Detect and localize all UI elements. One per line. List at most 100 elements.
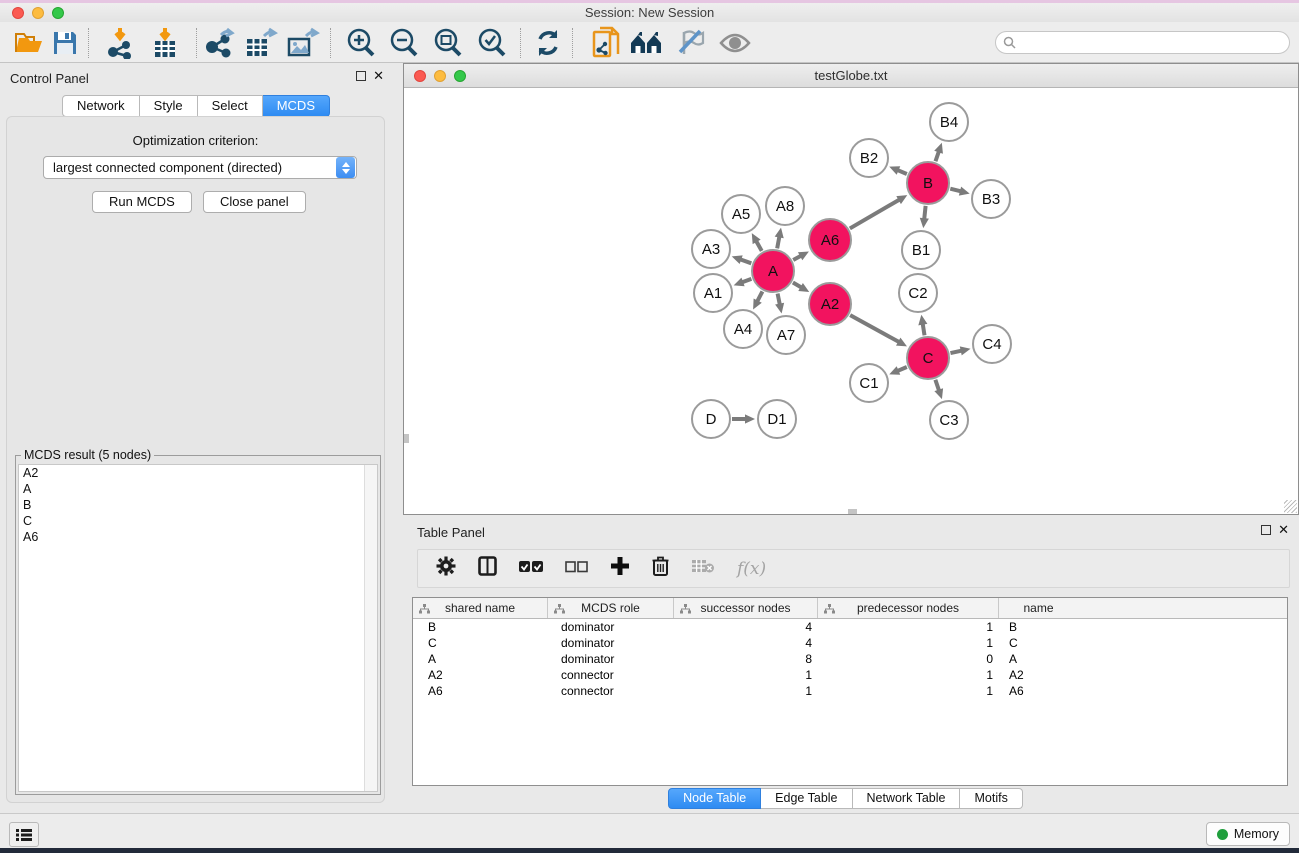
toolbar-separator	[330, 28, 331, 58]
graph-node-C2[interactable]: C2	[899, 274, 937, 312]
delete-table-icon[interactable]	[691, 558, 715, 579]
app-title: Session: New Session	[0, 5, 1299, 20]
import-network-icon[interactable]	[102, 25, 138, 61]
mcds-result-item[interactable]: A6	[19, 529, 377, 545]
graph-node-label: C1	[859, 375, 878, 392]
export-network-icon[interactable]	[201, 25, 237, 61]
run-mcds-button[interactable]: Run MCDS	[92, 191, 192, 213]
mcds-result-item[interactable]: A	[19, 481, 377, 497]
zoom-in-icon[interactable]	[343, 25, 379, 61]
export-image-icon[interactable]	[285, 25, 321, 61]
tab-mcds[interactable]: MCDS	[263, 95, 330, 117]
float-table-panel-icon[interactable]	[1261, 525, 1271, 535]
export-table-icon[interactable]	[243, 25, 279, 61]
graph-node-A[interactable]: A	[752, 250, 794, 292]
network-canvas[interactable]: A A1 A2 A3 A4 A5 A6 A7 A8 B B1 B2 B3 B4 C C1 C2 C3C4 D D1	[404, 89, 1298, 514]
node-table[interactable]: shared nameMCDS rolesuccessor nodesprede…	[412, 597, 1288, 786]
float-panel-icon[interactable]	[356, 71, 366, 81]
table-tab-node-table[interactable]: Node Table	[668, 788, 761, 809]
graph-node-C1[interactable]: C1	[850, 364, 888, 402]
graph-node-C[interactable]: C	[907, 337, 949, 379]
table-row[interactable]: Cdominator41C	[413, 635, 1287, 651]
zoom-out-icon[interactable]	[386, 25, 422, 61]
close-panel-icon[interactable]: ✕	[373, 71, 384, 81]
tab-select[interactable]: Select	[198, 95, 263, 117]
graph-node-B[interactable]: B	[907, 162, 949, 204]
mcds-result-item[interactable]: C	[19, 513, 377, 529]
table-row[interactable]: Bdominator41B	[413, 619, 1287, 635]
mcds-result-item[interactable]: B	[19, 497, 377, 513]
table-cell: dominator	[548, 636, 674, 650]
control-panel-title: Control Panel	[10, 71, 89, 86]
graph-node-A2[interactable]: A2	[809, 283, 851, 325]
table-row[interactable]: A2connector11A2	[413, 667, 1287, 683]
show-all-icon[interactable]	[717, 25, 753, 61]
graph-edge-arrowhead	[775, 303, 784, 314]
graph-node-C3[interactable]: C3	[930, 401, 968, 439]
graph-node-B4[interactable]: B4	[930, 103, 968, 141]
graph-node-A7[interactable]: A7	[767, 316, 805, 354]
graph-edge-A6-B[interactable]	[850, 199, 900, 228]
table-cell: connector	[548, 684, 674, 698]
graph-edge-B-B1[interactable]	[924, 206, 925, 220]
close-table-panel-icon[interactable]: ✕	[1278, 525, 1289, 535]
zoom-selected-icon[interactable]	[474, 25, 510, 61]
table-row[interactable]: A6connector11A6	[413, 683, 1287, 699]
delete-column-icon[interactable]	[652, 556, 669, 581]
memory-button[interactable]: Memory	[1206, 822, 1290, 846]
table-body: Bdominator41BCdominator41CAdominator80AA…	[413, 619, 1287, 699]
column-header-shared-name[interactable]: shared name	[413, 598, 548, 618]
function-builder-icon[interactable]: f(x)	[737, 559, 766, 579]
table-tab-motifs[interactable]: Motifs	[960, 788, 1022, 809]
close-panel-button[interactable]: Close panel	[203, 191, 306, 213]
column-header-predecessor-nodes[interactable]: predecessor nodes	[818, 598, 999, 618]
zoom-fit-icon[interactable]	[430, 25, 466, 61]
column-header-successor-nodes[interactable]: successor nodes	[674, 598, 818, 618]
search-box[interactable]	[995, 31, 1290, 54]
first-neighbors-icon[interactable]	[629, 25, 665, 61]
settings-gear-icon[interactable]	[436, 556, 456, 581]
optimization-criterion-dropdown[interactable]: largest connected component (directed)	[43, 156, 357, 179]
deselect-all-icon[interactable]	[565, 560, 588, 578]
graph-node-A3[interactable]: A3	[692, 230, 730, 268]
graph-node-A5[interactable]: A5	[722, 195, 760, 233]
column-header-MCDS-role[interactable]: MCDS role	[548, 598, 674, 618]
graph-node-A1[interactable]: A1	[694, 274, 732, 312]
graph-node-A8[interactable]: A8	[766, 187, 804, 225]
task-history-button[interactable]	[9, 822, 39, 847]
column-header-name[interactable]: name	[999, 598, 1078, 618]
hide-selected-icon[interactable]	[672, 25, 708, 61]
tab-network[interactable]: Network	[62, 95, 140, 117]
window-resize-grip[interactable]	[1284, 500, 1297, 513]
control-panel: Control Panel ✕ NetworkStyleSelectMCDS O…	[0, 63, 392, 813]
graph-node-B1[interactable]: B1	[902, 231, 940, 269]
mcds-result-scrollbar[interactable]	[364, 465, 377, 791]
table-tab-network-table[interactable]: Network Table	[853, 788, 961, 809]
import-table-icon[interactable]	[147, 25, 183, 61]
save-session-icon[interactable]	[47, 25, 83, 61]
graph-node-A6[interactable]: A6	[809, 219, 851, 261]
mcds-result-list[interactable]: A2ABCA6	[18, 464, 378, 792]
graph-node-label: D	[706, 411, 717, 428]
tab-style[interactable]: Style	[140, 95, 198, 117]
refresh-icon[interactable]	[530, 25, 566, 61]
graph-node-D[interactable]: D	[692, 400, 730, 438]
network-window-titlebar[interactable]: testGlobe.txt	[404, 64, 1298, 88]
new-network-from-selection-icon[interactable]	[589, 25, 625, 61]
graph-node-B3[interactable]: B3	[972, 180, 1010, 218]
search-input[interactable]	[1016, 36, 1289, 50]
graph-node-label: C2	[908, 285, 927, 302]
select-all-icon[interactable]	[519, 560, 543, 578]
graph-node-label: A6	[821, 232, 839, 249]
graph-node-A4[interactable]: A4	[724, 310, 762, 348]
graph-edge-A2-C[interactable]	[850, 315, 900, 342]
open-session-icon[interactable]	[11, 25, 47, 61]
graph-node-D1[interactable]: D1	[758, 400, 796, 438]
graph-node-C4[interactable]: C4	[973, 325, 1011, 363]
graph-node-B2[interactable]: B2	[850, 139, 888, 177]
table-tab-edge-table[interactable]: Edge Table	[761, 788, 852, 809]
add-column-icon[interactable]	[610, 556, 630, 581]
column-visibility-icon[interactable]	[478, 556, 497, 581]
mcds-result-item[interactable]: A2	[19, 465, 377, 481]
table-row[interactable]: Adominator80A	[413, 651, 1287, 667]
